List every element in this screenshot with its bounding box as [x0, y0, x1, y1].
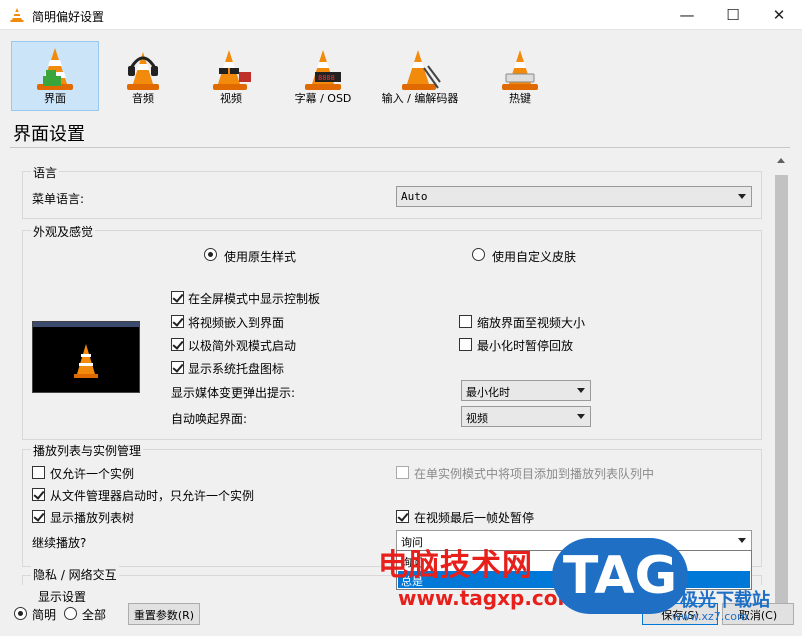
hotkeys-cone-icon: [502, 50, 538, 90]
continue-playback-label: 继续播放?: [32, 536, 87, 550]
media-change-popup-label: 显示媒体变更弹出提示:: [171, 386, 296, 400]
chevron-down-icon: [738, 538, 746, 543]
chevron-down-icon: [577, 414, 585, 419]
menu-language-value: Auto: [401, 190, 428, 203]
pause-last-frame-label: 在视频最后一帧处暂停: [414, 511, 535, 525]
minimal-view-label: 以极简外观模式启动: [188, 339, 297, 353]
embed-video-checkbox[interactable]: [171, 315, 184, 328]
pause-minimized-label: 最小化时暂停回放: [477, 339, 574, 353]
cancel-button[interactable]: 取消(C): [722, 603, 794, 625]
pause-minimized-checkbox[interactable]: [459, 338, 472, 351]
maximize-button[interactable]: ☐: [710, 0, 756, 30]
category-label: 音频: [132, 92, 154, 105]
continue-playback-select[interactable]: 询问: [396, 530, 752, 551]
category-hotkeys[interactable]: 热键: [478, 41, 562, 111]
custom-skin-label: 使用自定义皮肤: [492, 250, 577, 264]
interface-cone-icon: [37, 48, 73, 90]
file-manager-instance-checkbox[interactable]: [32, 488, 45, 501]
resize-interface-checkbox[interactable]: [459, 315, 472, 328]
video-glasses-cone-icon: [213, 50, 251, 90]
scrollbar-thumb[interactable]: [775, 175, 788, 615]
divider: [10, 147, 790, 148]
menu-language-select[interactable]: Auto: [396, 186, 752, 207]
page-title: 界面设置: [13, 124, 85, 145]
one-instance-checkbox[interactable]: [32, 466, 45, 479]
vlc-cone-icon: [10, 8, 24, 22]
chevron-down-icon: [577, 388, 585, 393]
playlist-group-title: 播放列表与实例管理: [31, 442, 144, 459]
settings-scrollbar[interactable]: [773, 155, 790, 615]
interface-preview-image: [32, 321, 140, 393]
native-style-label: 使用原生样式: [224, 250, 297, 264]
show-playlist-tree-label: 显示播放列表树: [50, 511, 135, 525]
svg-text:8888: 8888: [318, 74, 335, 82]
reset-preferences-button[interactable]: 重置参数(R): [128, 603, 200, 625]
auto-raise-value: 视频: [466, 412, 488, 425]
title-bar: 简明偏好设置 — ☐ ✕: [0, 0, 802, 30]
auto-raise-select[interactable]: 视频: [461, 406, 591, 427]
dropdown-option-always[interactable]: 总是: [401, 573, 423, 589]
media-change-popup-value: 最小化时: [466, 386, 510, 399]
menu-language-label: 菜单语言:: [32, 192, 85, 206]
window-title: 简明偏好设置: [32, 10, 105, 24]
settings-panel: 语言 菜单语言: Auto 外观及感觉 使用原生样式 使用自定义皮肤 在全屏模式…: [11, 150, 771, 585]
save-button[interactable]: 保存(S): [642, 603, 718, 625]
audio-headphones-cone-icon: [127, 52, 159, 90]
enqueue-checkbox: [396, 466, 409, 479]
appearance-group-title: 外观及感觉: [31, 223, 96, 240]
footer: 显示设置 简明 全部 重置参数(R) 保存(S) 取消(C): [0, 590, 802, 636]
category-audio[interactable]: 音频: [101, 41, 185, 111]
category-interface[interactable]: 界面: [11, 41, 99, 111]
systray-checkbox[interactable]: [171, 361, 184, 374]
all-mode-label: 全部: [82, 608, 107, 622]
minimal-view-checkbox[interactable]: [171, 338, 184, 351]
scroll-up-arrow-icon[interactable]: [777, 158, 785, 163]
category-input-codecs[interactable]: 输入 / 编解码器: [371, 41, 469, 111]
category-label: 输入 / 编解码器: [381, 92, 459, 105]
privacy-group-title: 隐私 / 网络交互: [31, 566, 119, 583]
resize-interface-label: 缩放界面至视频大小: [477, 316, 586, 330]
input-codec-cone-icon: [402, 50, 441, 90]
category-subtitles-osd[interactable]: 8888 字幕 / OSD: [277, 41, 369, 111]
systray-label: 显示系统托盘图标: [188, 362, 285, 376]
minimize-button[interactable]: —: [664, 0, 710, 30]
pause-last-frame-checkbox[interactable]: [396, 510, 409, 523]
media-change-popup-select[interactable]: 最小化时: [461, 380, 591, 401]
one-instance-label: 仅允许一个实例: [50, 467, 135, 481]
continue-playback-value: 询问: [401, 536, 423, 549]
fullscreen-controls-checkbox[interactable]: [171, 291, 184, 304]
preview-title-strip: [33, 322, 139, 327]
auto-raise-label: 自动唤起界面:: [171, 412, 248, 426]
custom-skin-radio[interactable]: [472, 248, 485, 261]
category-label: 界面: [44, 92, 66, 105]
display-settings-label: 显示设置: [38, 590, 87, 604]
dropdown-highlight: [398, 571, 750, 588]
category-bar: 界面 音频 视频 8888 字幕 / OSD 输入 / 编解码器 热键: [0, 38, 802, 114]
vlc-cone-icon: [74, 344, 98, 378]
continue-playback-dropdown-list: 询问 总是: [396, 550, 752, 590]
file-manager-instance-label: 从文件管理器启动时，只允许一个实例: [50, 489, 255, 503]
language-group-title: 语言: [31, 164, 60, 181]
enqueue-label: 在单实例模式中将项目添加到播放列表队列中: [414, 467, 655, 481]
all-mode-radio[interactable]: [64, 607, 77, 620]
category-video[interactable]: 视频: [187, 41, 275, 111]
chevron-down-icon: [738, 194, 746, 199]
native-style-radio[interactable]: [204, 248, 217, 261]
simple-mode-radio[interactable]: [14, 607, 27, 620]
embed-video-label: 将视频嵌入到界面: [188, 316, 285, 330]
dropdown-option-ask[interactable]: 询问: [401, 554, 423, 570]
simple-mode-label: 简明: [32, 608, 57, 622]
category-label: 热键: [509, 92, 531, 105]
category-label: 视频: [220, 92, 242, 105]
show-playlist-tree-checkbox[interactable]: [32, 510, 45, 523]
subtitle-osd-cone-icon: 8888: [305, 50, 341, 90]
category-label: 字幕 / OSD: [294, 92, 352, 105]
fullscreen-controls-label: 在全屏模式中显示控制板: [188, 292, 321, 306]
close-button[interactable]: ✕: [756, 0, 802, 30]
